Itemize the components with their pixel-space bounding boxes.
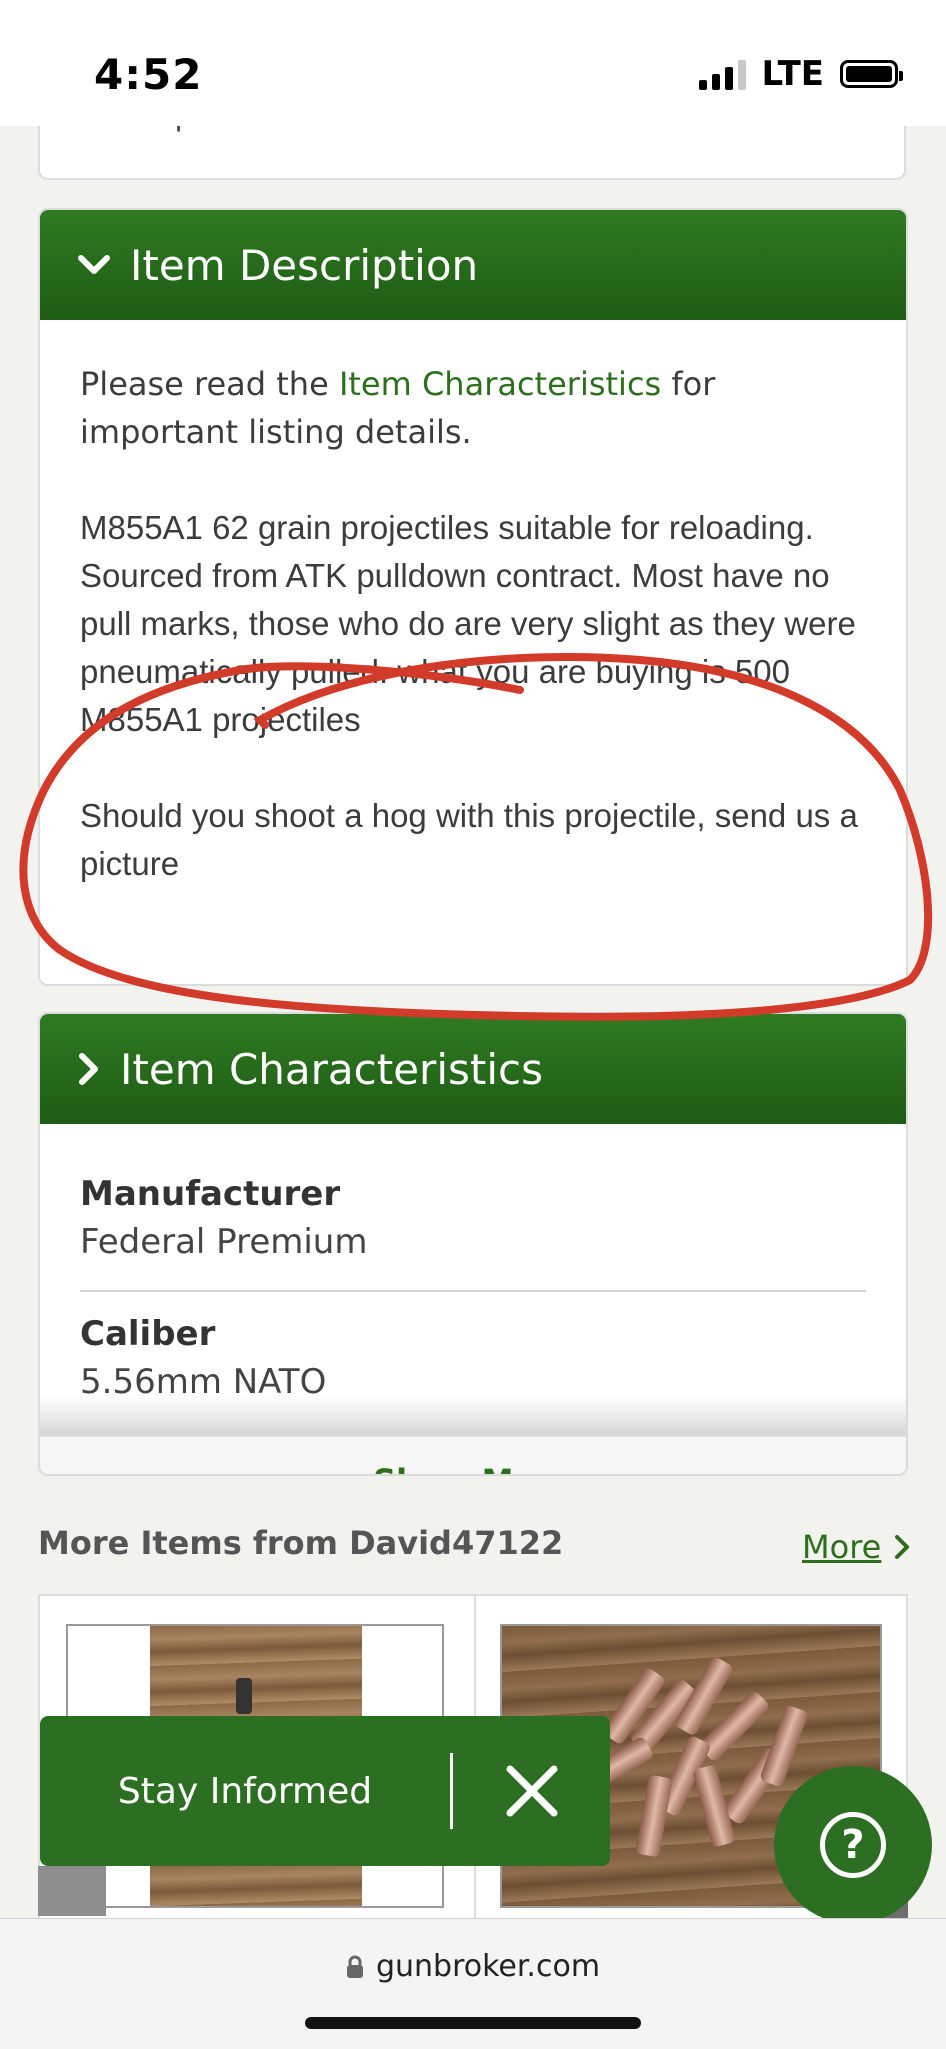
- chevron-right-icon: [895, 1535, 910, 1559]
- intro-prefix: Please read the: [80, 365, 339, 403]
- item-description-panel: Item Description Please read the Item Ch…: [38, 208, 908, 986]
- signal-icon: [698, 58, 746, 90]
- url-display[interactable]: gunbroker.com: [0, 1949, 946, 1984]
- scroll-arrow-left[interactable]: [38, 1866, 106, 1916]
- fade-overlay: [40, 1396, 906, 1436]
- item-characteristics-link[interactable]: Item Characteristics: [339, 365, 661, 403]
- item-description-header[interactable]: Item Description: [40, 210, 906, 320]
- url-text: gunbroker.com: [375, 1949, 601, 1984]
- description-paragraph-1: M855A1 62 grain projectiles suitable for…: [80, 509, 856, 738]
- help-button[interactable]: ?: [774, 1766, 932, 1924]
- item-characteristics-panel: Item Characteristics Manufacturer Federa…: [38, 1012, 908, 1476]
- close-icon: [506, 1765, 557, 1817]
- characteristic-divider: [80, 1290, 866, 1292]
- more-link-label: More: [802, 1528, 882, 1566]
- status-indicators: LTE: [698, 54, 903, 94]
- chevron-down-icon: [78, 255, 110, 274]
- status-time: 4:52: [94, 50, 203, 99]
- item-characteristics-header[interactable]: Item Characteristics: [40, 1014, 906, 1124]
- characteristic-label-manufacturer: Manufacturer: [80, 1174, 341, 1214]
- description-intro: Please read the Item Characteristics for…: [80, 360, 866, 456]
- more-items-link[interactable]: More: [802, 1528, 910, 1566]
- stay-informed-label: Stay Informed: [117, 1770, 373, 1812]
- item-description-title: Item Description: [130, 240, 479, 290]
- home-indicator[interactable]: [305, 2017, 641, 2029]
- question-icon: ?: [820, 1812, 886, 1878]
- characteristic-label-caliber: Caliber: [80, 1314, 216, 1354]
- chevron-right-icon: [79, 1053, 98, 1085]
- battery-icon: [840, 60, 903, 88]
- item-characteristics-title: Item Characteristics: [120, 1044, 543, 1094]
- network-type: LTE: [761, 54, 824, 94]
- close-button[interactable]: [453, 1763, 610, 1819]
- lock-icon: [346, 1955, 363, 1978]
- browser-address-bar[interactable]: gunbroker.com: [0, 1918, 946, 2049]
- show-more-button[interactable]: Show More: [40, 1436, 906, 1474]
- more-items-title: More Items from David47122: [38, 1524, 564, 1562]
- characteristics-list: Manufacturer Federal Premium Caliber 5.5…: [40, 1124, 906, 1436]
- characteristic-value-manufacturer: Federal Premium: [80, 1222, 368, 1262]
- item-description-body: Please read the Item Characteristics for…: [40, 320, 906, 888]
- status-bar: 4:52 LTE: [0, 0, 946, 126]
- description-paragraph-2: Should you shoot a hog with this project…: [80, 797, 858, 882]
- stay-informed-banner[interactable]: Stay Informed: [40, 1716, 610, 1866]
